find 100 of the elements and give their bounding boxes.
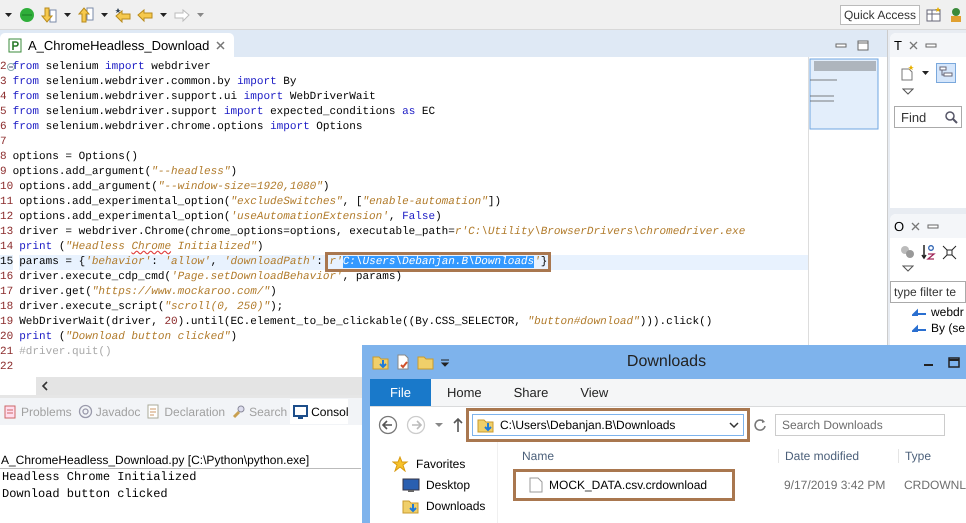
folder-icon[interactable] — [372, 354, 389, 370]
line-number: 5 — [0, 105, 7, 120]
nav-item[interactable]: Favorites — [416, 457, 466, 471]
tree-view-icon[interactable] — [936, 63, 956, 83]
line-number: 19 — [0, 315, 14, 330]
code-line: options.add_argument("--window-size=1920,1080") — [19, 180, 330, 195]
properties-icon[interactable] — [395, 354, 411, 370]
close-icon[interactable] — [910, 220, 922, 232]
code-line: from selenium.webdriver.common.by import By — [12, 75, 298, 90]
ribbon-tab[interactable]: View — [564, 379, 624, 406]
quick-access-field[interactable]: Quick Access — [840, 4, 920, 24]
refresh-icon[interactable] — [752, 417, 767, 432]
perspective-icon[interactable] — [926, 6, 942, 22]
folder-icon — [477, 416, 494, 432]
document-icon — [146, 404, 162, 419]
table-cell-text: 9/17/2019 3:42 PM — [783, 478, 886, 492]
close-icon[interactable] — [215, 40, 226, 50]
code-line: options = Options() — [12, 150, 140, 165]
code-line: options.add_argument("--headless") — [12, 165, 238, 180]
code-line: driver.execute_cdp_cmd('Page.setDownloadBehavior', params) — [19, 270, 404, 285]
document-icon — [3, 404, 18, 419]
line-number: 7 — [0, 135, 7, 150]
panel-tab[interactable]: O — [894, 218, 904, 234]
line-number: 3 — [0, 75, 7, 90]
import-icon — [912, 324, 927, 332]
line-number: 2 — [0, 60, 7, 75]
collapse-all-icon[interactable] — [942, 244, 957, 260]
column-header[interactable]: Type — [898, 449, 966, 463]
code-line: from selenium.webdriver.support.ui import WebDriverWait — [12, 90, 377, 105]
editor-tab[interactable]: A_ChromeHeadless_Download — [0, 33, 234, 57]
search-field[interactable]: Search Downloads — [775, 414, 945, 436]
collapse-icon[interactable] — [6, 63, 15, 71]
monitor-icon — [293, 404, 308, 419]
run-icon[interactable] — [19, 6, 35, 22]
close-icon[interactable] — [908, 40, 919, 50]
line-number: 4 — [0, 90, 7, 105]
line-number: 9 — [0, 165, 7, 180]
column-header[interactable]: Name — [516, 449, 778, 463]
person-icon[interactable] — [948, 6, 962, 22]
code-line: driver.get("https://www.mockaroo.com/") — [19, 285, 278, 300]
search-icon[interactable] — [944, 110, 958, 124]
file-name[interactable]: MOCK_DATA.csv.crdownload — [516, 472, 732, 498]
code-line: from selenium import webdriver — [12, 60, 212, 75]
line-number: 12 — [0, 210, 14, 225]
code-line: options.add_experimental_option('useAutomationExtension', False) — [19, 210, 443, 225]
line-number: 11 — [0, 195, 14, 210]
filter-field[interactable]: type filter te — [890, 281, 966, 303]
ribbon-tab[interactable]: Share — [498, 379, 564, 406]
line-number: 6 — [0, 120, 7, 135]
maximize-icon[interactable] — [948, 356, 960, 368]
arrow-left-icon[interactable] — [115, 6, 131, 22]
circles-icon[interactable] — [900, 244, 915, 260]
console-output-line: Download button clicked — [1, 486, 169, 503]
line-number: 17 — [0, 285, 14, 300]
find-field[interactable]: Find — [894, 106, 962, 128]
new-document-icon[interactable] — [900, 65, 915, 81]
code-line: options.add_experimental_option("excludeSwitches", ["enable-automation"]) — [19, 195, 502, 210]
line-number: 15 — [0, 255, 14, 270]
nav-item[interactable]: Desktop — [426, 478, 470, 492]
panel-tab[interactable]: T — [894, 38, 902, 52]
column-header[interactable]: Date modified — [778, 449, 898, 463]
outline-item[interactable]: By (se — [931, 321, 966, 335]
file-icon — [528, 477, 543, 493]
monitor-icon — [402, 477, 420, 493]
ribbon-tab[interactable]: Home — [430, 379, 498, 406]
table-cell-text: CRDOWNL — [903, 478, 966, 492]
file-menu-button[interactable]: File — [370, 379, 431, 406]
window-title: Downloads — [626, 353, 708, 371]
line-number: 22 — [0, 360, 14, 375]
back-icon[interactable] — [378, 414, 398, 434]
folder-icon — [402, 498, 420, 514]
flashlight-icon — [231, 404, 246, 419]
import-icon — [912, 308, 927, 316]
arrow-down-icon[interactable] — [41, 6, 57, 22]
outline-item[interactable]: webdr — [931, 305, 964, 319]
chevron-down-icon[interactable] — [729, 420, 739, 428]
arrow-up-icon[interactable] — [452, 416, 464, 433]
console-title: A_ChromeHeadless_Download.py [C:\Python\python.exe] — [0, 452, 361, 469]
line-number: 20 — [0, 330, 14, 345]
maximize-icon[interactable] — [857, 40, 869, 51]
sort-icon[interactable] — [921, 244, 936, 260]
line-number: 16 — [0, 270, 14, 285]
code-line: #driver.quit() — [19, 345, 113, 360]
code-line: driver = webdriver.Chrome(chrome_options=options, executable_path=r'C:\Utility\BrowserDrivers\chromedriver.exe — [19, 225, 746, 240]
code-line: driver.execute_script("scroll(0, 250)"); — [19, 300, 284, 315]
console-output-line: Headless Chrome Initialized — [1, 469, 198, 486]
nav-item[interactable]: Downloads — [426, 499, 486, 513]
arrow-up-icon[interactable] — [78, 6, 94, 22]
dropdown-icon[interactable] — [902, 87, 914, 96]
scroll-left-icon[interactable] — [40, 380, 50, 392]
line-number: 13 — [0, 225, 14, 240]
line-number: 8 — [0, 150, 7, 165]
line-number: 21 — [0, 345, 14, 360]
star-icon — [392, 456, 410, 472]
dropdown-icon[interactable] — [902, 264, 914, 273]
code-line: WebDriverWait(driver, 20).until(EC.element_to_be_clickable((By.CSS_SELECTOR, "button#download"))).click() — [19, 315, 714, 330]
code-line: from selenium.webdriver.chrome.options import Options — [12, 120, 364, 135]
minimap-drawing[interactable] — [809, 58, 879, 130]
console-tab[interactable]: Consol — [290, 399, 348, 424]
line-number: 14 — [0, 240, 14, 255]
